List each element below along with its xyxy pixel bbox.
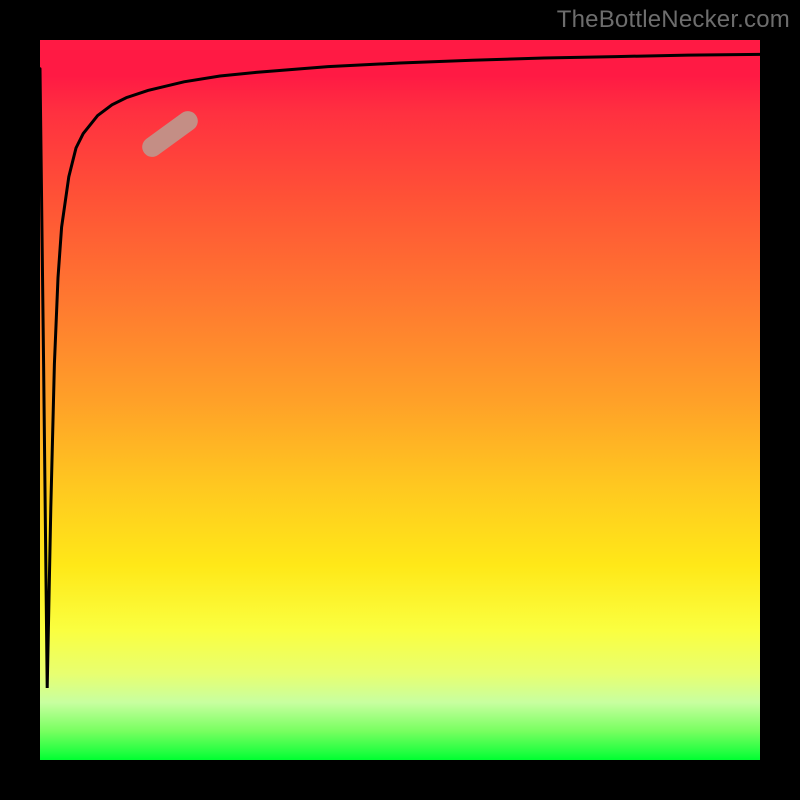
watermark-text: TheBottleNecker.com [557,6,790,34]
bottleneck-chart: TheBottleNecker.com [0,0,800,800]
plot-area [40,40,760,760]
